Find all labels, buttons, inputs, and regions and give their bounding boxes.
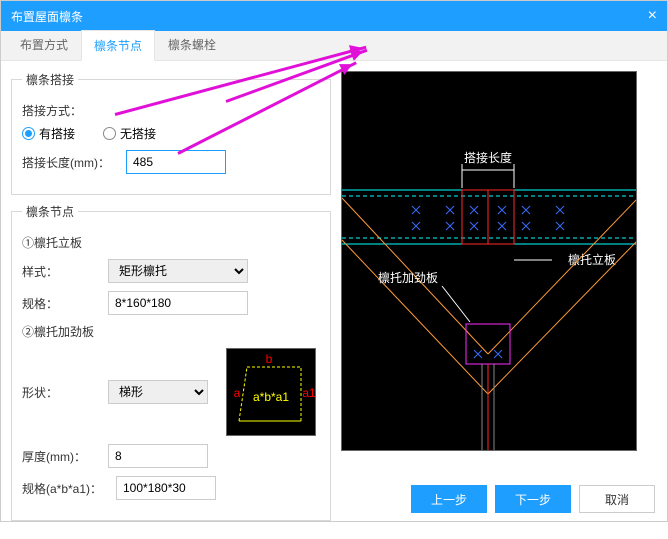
left-panel: 檩条搭接 搭接方式： 有搭接 无搭接 搭接长度(mm)： 檩条节点 ①檩托立板 …	[11, 71, 331, 529]
prev-button[interactable]: 上一步	[411, 485, 487, 513]
row-spec: 规格：	[22, 291, 320, 315]
group-lap-legend: 檩条搭接	[22, 71, 78, 88]
group-node-legend: 檩条节点	[22, 203, 78, 220]
spec2-label: 规格(a*b*a1)：	[22, 480, 108, 497]
structure-svg: 搭接长度 檩托立板 檩托加劲板	[342, 72, 637, 451]
thickness-input[interactable]	[108, 444, 208, 468]
lap-length-label: 搭接长度(mm)：	[22, 154, 118, 171]
radio-icon	[103, 127, 116, 140]
radio-has-lap[interactable]: 有搭接	[22, 125, 75, 142]
right-panel: 搭接长度 檩托立板 檩托加劲板	[341, 71, 657, 529]
trapezoid-svg: b a a1 a*b*a1	[227, 349, 316, 436]
svg-text:b: b	[266, 352, 273, 366]
sub-plate: ①檩托立板	[22, 234, 320, 251]
tab-layout-method[interactable]: 布置方式	[7, 29, 81, 60]
svg-text:檩托加劲板: 檩托加劲板	[378, 270, 438, 285]
radio-no-lap[interactable]: 无搭接	[103, 125, 156, 142]
group-node: 檩条节点 ①檩托立板 样式： 矩形檩托 规格： ②檩托加劲板 形状： 梯形	[11, 203, 331, 521]
radio-icon	[22, 127, 35, 140]
radio-has-lap-label: 有搭接	[39, 125, 75, 142]
row-spec2: 规格(a*b*a1)：	[22, 476, 320, 500]
spec-label: 规格：	[22, 295, 100, 312]
footer: 上一步 下一步 取消	[411, 485, 655, 513]
row-lap-length: 搭接长度(mm)：	[22, 150, 320, 174]
row-thickness: 厚度(mm)：	[22, 444, 320, 468]
dialog-title: 布置屋面檩条	[11, 8, 83, 25]
shape-label: 形状：	[22, 384, 100, 401]
row-style: 样式： 矩形檩托	[22, 259, 320, 283]
big-diagram: 搭接长度 檩托立板 檩托加劲板	[341, 71, 637, 451]
sub-stiffener: ②檩托加劲板	[22, 323, 320, 340]
next-button[interactable]: 下一步	[495, 485, 571, 513]
small-diagram: b a a1 a*b*a1	[226, 348, 316, 436]
content: 檩条搭接 搭接方式： 有搭接 无搭接 搭接长度(mm)： 檩条节点 ①檩托立板 …	[1, 61, 667, 539]
row-shape: 形状： 梯形 b a a1 a*b*a1	[22, 348, 320, 436]
svg-text:a*b*a1: a*b*a1	[253, 390, 289, 404]
spec2-input[interactable]	[116, 476, 216, 500]
dialog: 布置屋面檩条 × 布置方式 檩条节点 檩条螺栓 檩条搭接 搭接方式： 有搭接 无…	[0, 0, 668, 522]
svg-text:檩托立板: 檩托立板	[568, 252, 616, 267]
close-icon[interactable]: ×	[648, 7, 657, 25]
radio-no-lap-label: 无搭接	[120, 125, 156, 142]
svg-text:a: a	[234, 386, 241, 400]
spec-input[interactable]	[108, 291, 248, 315]
lap-length-input[interactable]	[126, 150, 226, 174]
lap-method-radios: 有搭接 无搭接	[22, 125, 320, 142]
svg-text:搭接长度: 搭接长度	[464, 150, 512, 165]
shape-select[interactable]: 梯形	[108, 380, 208, 404]
thickness-label: 厚度(mm)：	[22, 448, 100, 465]
tab-purlin-bolt[interactable]: 檩条螺栓	[155, 29, 229, 60]
cancel-button[interactable]: 取消	[579, 485, 655, 513]
svg-text:a1: a1	[302, 386, 316, 400]
tab-purlin-node[interactable]: 檩条节点	[81, 30, 155, 61]
group-lap: 檩条搭接 搭接方式： 有搭接 无搭接 搭接长度(mm)：	[11, 71, 331, 195]
style-label: 样式：	[22, 263, 100, 280]
titlebar: 布置屋面檩条 ×	[1, 1, 667, 31]
style-select[interactable]: 矩形檩托	[108, 259, 248, 283]
